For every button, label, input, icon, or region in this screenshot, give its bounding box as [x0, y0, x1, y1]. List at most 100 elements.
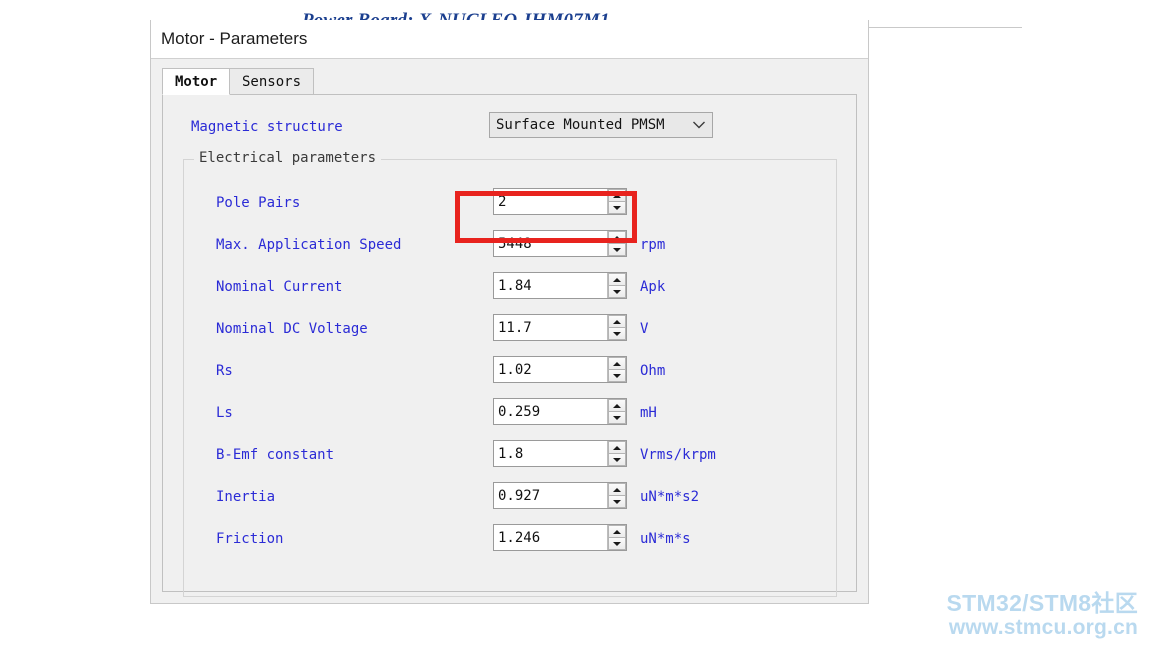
spinner-down-icon[interactable]	[608, 538, 626, 550]
field-label: Rs	[216, 363, 233, 379]
tab-strip: Motor Sensors Magnetic structure Surface …	[162, 68, 857, 597]
field-label: Ls	[216, 405, 233, 421]
spinner-up-icon[interactable]	[608, 525, 626, 538]
spinner-buttons	[607, 483, 626, 508]
spinner-buttons	[607, 231, 626, 256]
spinner-up-icon[interactable]	[608, 231, 626, 244]
spinner-value[interactable]: 2	[494, 189, 607, 214]
magnetic-structure-dropdown[interactable]: Surface Mounted PMSM	[489, 112, 713, 138]
watermark-line-2: www.stmcu.org.cn	[948, 616, 1138, 640]
field-label: B-Emf constant	[216, 447, 335, 463]
triangle-down-icon	[613, 457, 621, 462]
spinner-up-icon[interactable]	[608, 189, 626, 202]
spinner-up-icon[interactable]	[608, 441, 626, 454]
spinner-b-emf-constant[interactable]: 1.8	[493, 440, 627, 467]
field-label: Pole Pairs	[216, 195, 301, 211]
spinner-up-icon[interactable]	[608, 315, 626, 328]
spinner-value[interactable]: 1.84	[494, 273, 607, 298]
triangle-up-icon	[613, 193, 621, 198]
spinner-down-icon[interactable]	[608, 370, 626, 382]
field-row: Inertia 0.927 uN*m*s2	[184, 482, 836, 512]
electrical-parameters-group: Electrical parameters Pole Pairs 2 Max. Ap…	[183, 150, 837, 597]
tab-motor[interactable]: Motor	[162, 68, 231, 95]
field-row: Rs 1.02 Ohm	[184, 356, 836, 386]
triangle-up-icon	[613, 361, 621, 366]
tab-sensors[interactable]: Sensors	[229, 68, 315, 95]
field-row: Nominal Current 1.84 Apk	[184, 272, 836, 302]
spinner-value[interactable]: 11.7	[494, 315, 607, 340]
field-row: Ls 0.259 mH	[184, 398, 836, 428]
field-unit: Ohm	[640, 363, 666, 379]
spinner-up-icon[interactable]	[608, 483, 626, 496]
field-row: Pole Pairs 2	[184, 188, 836, 218]
spinner-ls[interactable]: 0.259	[493, 398, 627, 425]
field-row: Friction 1.246 uN*m*s	[184, 524, 836, 554]
dialog-titlebar: Motor - Parameters	[151, 20, 868, 59]
spinner-value[interactable]: 0.927	[494, 483, 607, 508]
spinner-buttons	[607, 441, 626, 466]
triangle-up-icon	[613, 403, 621, 408]
field-unit: mH	[640, 405, 657, 421]
spinner-down-icon[interactable]	[608, 496, 626, 508]
spinner-down-icon[interactable]	[608, 454, 626, 466]
field-unit: Apk	[640, 279, 666, 295]
field-row: Max. Application Speed 5448 rpm	[184, 230, 836, 260]
spinner-value[interactable]: 0.259	[494, 399, 607, 424]
spinner-buttons	[607, 525, 626, 550]
magnetic-structure-label: Magnetic structure	[191, 119, 343, 135]
spinner-down-icon[interactable]	[608, 328, 626, 340]
watermark-line-1: STM32/STM8社区	[946, 589, 1138, 616]
spinner-buttons	[607, 399, 626, 424]
spinner-down-icon[interactable]	[608, 412, 626, 424]
spinner-down-icon[interactable]	[608, 286, 626, 298]
spinner-pole-pairs[interactable]: 2	[493, 188, 627, 215]
field-unit: V	[640, 321, 649, 337]
tab-panel-motor: Magnetic structure Surface Mounted PMSM …	[162, 94, 857, 597]
field-unit: uN*m*s	[640, 531, 691, 547]
spinner-value[interactable]: 1.246	[494, 525, 607, 550]
spinner-up-icon[interactable]	[608, 273, 626, 286]
dialog-title: Motor - Parameters	[161, 29, 308, 48]
spinner-value[interactable]: 5448	[494, 231, 607, 256]
field-unit: Vrms/krpm	[640, 447, 716, 463]
field-label: Inertia	[216, 489, 276, 505]
field-row: Nominal DC Voltage 11.7 V	[184, 314, 836, 344]
screen-root: Power Board: X-NUCLEO-IHM07M1 Motor - Pa…	[0, 0, 1152, 648]
spinner-max-application-speed[interactable]: 5448	[493, 230, 627, 257]
triangle-down-icon	[613, 331, 621, 336]
spinner-value[interactable]: 1.02	[494, 357, 607, 382]
spinner-buttons	[607, 357, 626, 382]
triangle-down-icon	[613, 289, 621, 294]
triangle-down-icon	[613, 415, 621, 420]
spinner-friction[interactable]: 1.246	[493, 524, 627, 551]
spinner-nominal-current[interactable]: 1.84	[493, 272, 627, 299]
triangle-down-icon	[613, 205, 621, 210]
spinner-rs[interactable]: 1.02	[493, 356, 627, 383]
site-watermark: STM32/STM8社区 www.stmcu.org.cn	[946, 589, 1138, 640]
triangle-down-icon	[613, 499, 621, 504]
motor-parameters-dialog: Motor - Parameters Motor Sensors Magnetic…	[150, 20, 869, 604]
spinner-down-icon[interactable]	[608, 244, 626, 256]
field-row: B-Emf constant 1.8 Vrms/krpm	[184, 440, 836, 470]
spinner-nominal-dc-voltage[interactable]: 11.7	[493, 314, 627, 341]
electrical-parameters-legend: Electrical parameters	[194, 150, 382, 166]
spinner-down-icon[interactable]	[608, 202, 626, 214]
triangle-up-icon	[613, 235, 621, 240]
field-label: Max. Application Speed	[216, 237, 402, 253]
spinner-inertia[interactable]: 0.927	[493, 482, 627, 509]
spinner-buttons	[607, 315, 626, 340]
field-label: Nominal DC Voltage	[216, 321, 368, 337]
magnetic-structure-value: Surface Mounted PMSM	[496, 117, 665, 133]
field-label: Nominal Current	[216, 279, 343, 295]
triangle-down-icon	[613, 373, 621, 378]
triangle-up-icon	[613, 529, 621, 534]
chevron-down-icon	[686, 113, 712, 137]
spinner-up-icon[interactable]	[608, 399, 626, 412]
spinner-buttons	[607, 273, 626, 298]
triangle-up-icon	[613, 319, 621, 324]
field-unit: rpm	[640, 237, 666, 253]
triangle-up-icon	[613, 487, 621, 492]
spinner-value[interactable]: 1.8	[494, 441, 607, 466]
triangle-down-icon	[613, 541, 621, 546]
spinner-up-icon[interactable]	[608, 357, 626, 370]
